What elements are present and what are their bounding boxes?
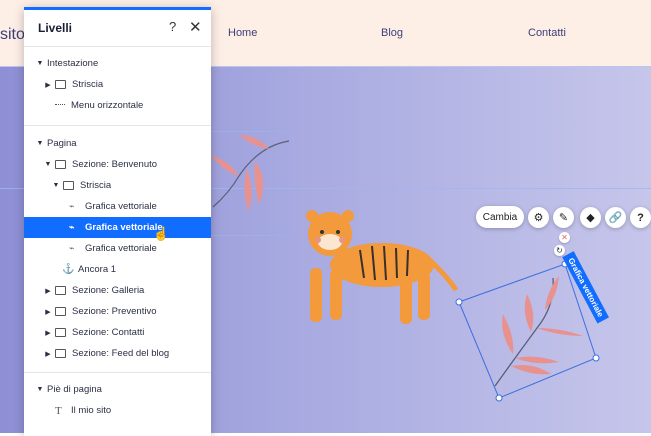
link-icon: 🔗 bbox=[608, 212, 623, 224]
layer-label: Sezione: Benvenuto bbox=[72, 159, 158, 170]
layer-section-intestazione[interactable]: ▼ Intestazione bbox=[24, 53, 211, 74]
section-icon bbox=[55, 160, 66, 169]
layer-item-sezione-feed-blog[interactable]: ▶ Sezione: Feed del blog bbox=[24, 343, 211, 364]
section-icon bbox=[55, 328, 66, 337]
settings-button[interactable]: ⚙ bbox=[528, 207, 549, 228]
layers-panel-header: Livelli ? ✕ bbox=[24, 10, 211, 47]
layer-item-il-mio-sito[interactable]: T Il mio sito bbox=[24, 400, 211, 421]
link-button[interactable]: 🔗 bbox=[605, 207, 626, 228]
layer-label: Sezione: Galleria bbox=[72, 285, 145, 296]
layer-label: Pagina bbox=[47, 138, 77, 149]
caret-right-icon[interactable]: ▶ bbox=[44, 81, 52, 89]
caret-down-icon[interactable]: ▼ bbox=[52, 182, 60, 189]
caret-down-icon[interactable]: ▼ bbox=[36, 60, 44, 67]
layer-item-grafica-vettoriale-selected[interactable]: ⌁ Grafica vettoriale bbox=[24, 217, 211, 238]
layer-item-striscia-header[interactable]: ▶ Striscia bbox=[24, 74, 211, 95]
layer-item-sezione-benvenuto[interactable]: ▼ Sezione: Benvenuto bbox=[24, 154, 211, 175]
layer-label: Grafica vettoriale bbox=[85, 222, 163, 233]
layer-item-grafica-vettoriale-1[interactable]: ⌁ Grafica vettoriale bbox=[24, 196, 211, 217]
layer-label: Striscia bbox=[72, 79, 104, 90]
brush-icon: ✎ bbox=[558, 212, 569, 224]
vector-icon: ⌁ bbox=[69, 222, 75, 232]
layer-label: Ancora 1 bbox=[78, 264, 117, 275]
caret-right-icon[interactable]: ▶ bbox=[44, 287, 52, 295]
layer-item-sezione-contatti[interactable]: ▶ Sezione: Contatti bbox=[24, 322, 211, 343]
anchor-icon: ⚓ bbox=[62, 264, 75, 275]
tiger-illustration[interactable] bbox=[300, 210, 460, 330]
caret-down-icon[interactable]: ▼ bbox=[44, 161, 52, 168]
animation-icon: ◆ bbox=[586, 212, 595, 224]
layer-label: Sezione: Preventivo bbox=[72, 306, 157, 317]
menu-icon bbox=[55, 104, 65, 107]
section-icon bbox=[55, 307, 66, 316]
layer-label: Menu orizzontale bbox=[71, 100, 144, 111]
design-button[interactable]: ✎ bbox=[553, 207, 574, 228]
animation-button[interactable]: ◆ bbox=[580, 207, 601, 228]
layer-section-pagina[interactable]: ▼ Pagina bbox=[24, 133, 211, 154]
divider bbox=[24, 125, 211, 126]
nav-link-contatti[interactable]: Contatti bbox=[528, 27, 566, 39]
divider bbox=[24, 372, 211, 373]
layer-label: Grafica vettoriale bbox=[85, 243, 157, 254]
section-icon bbox=[55, 286, 66, 295]
layer-label: Piè di pagina bbox=[47, 384, 102, 395]
caret-right-icon[interactable]: ▶ bbox=[44, 350, 52, 358]
hand-cursor-icon: ☝ bbox=[153, 226, 170, 241]
layer-item-sezione-galleria[interactable]: ▶ Sezione: Galleria bbox=[24, 280, 211, 301]
layer-item-grafica-vettoriale-3[interactable]: ⌁ Grafica vettoriale bbox=[24, 238, 211, 259]
selected-graphic-frame bbox=[209, 131, 294, 236]
layer-label: Sezione: Contatti bbox=[72, 327, 145, 338]
caret-right-icon[interactable]: ▶ bbox=[44, 329, 52, 337]
layer-label: Grafica vettoriale bbox=[85, 201, 157, 212]
layer-label: Il mio sito bbox=[71, 405, 112, 416]
change-button-label: Cambia bbox=[482, 211, 518, 223]
text-icon: T bbox=[55, 404, 62, 417]
layer-label: Intestazione bbox=[47, 58, 99, 69]
delete-mini-icon[interactable]: ✕ bbox=[559, 232, 570, 243]
layer-label: Striscia bbox=[80, 180, 112, 191]
gear-icon: ⚙ bbox=[533, 212, 544, 224]
help-icon[interactable]: ? bbox=[169, 19, 176, 34]
layer-item-sezione-preventivo[interactable]: ▶ Sezione: Preventivo bbox=[24, 301, 211, 322]
nav-link-blog[interactable]: Blog bbox=[381, 27, 403, 39]
vector-icon: ⌁ bbox=[69, 243, 75, 253]
layer-item-striscia[interactable]: ▼ Striscia bbox=[24, 175, 211, 196]
help-icon: ? bbox=[637, 211, 644, 224]
strip-icon bbox=[63, 181, 74, 190]
layer-item-menu-orizzontale[interactable]: Menu orizzontale bbox=[24, 95, 211, 116]
nav-link-home[interactable]: Home bbox=[228, 27, 257, 39]
panel-title: Livelli bbox=[38, 21, 73, 35]
layers-panel: Livelli ? ✕ ▼ Intestazione ▶ Striscia Me… bbox=[24, 7, 211, 436]
close-icon[interactable]: ✕ bbox=[189, 18, 202, 36]
change-button[interactable]: Cambia bbox=[476, 206, 524, 228]
caret-down-icon[interactable]: ▼ bbox=[36, 386, 44, 393]
rotate-icon[interactable]: ↻ bbox=[554, 245, 565, 256]
site-logo[interactable]: sito bbox=[0, 26, 25, 44]
section-icon bbox=[55, 349, 66, 358]
caret-right-icon[interactable]: ▶ bbox=[44, 308, 52, 316]
caret-down-icon[interactable]: ▼ bbox=[36, 140, 44, 147]
layer-section-pie-di-pagina[interactable]: ▼ Piè di pagina bbox=[24, 379, 211, 400]
layer-item-ancora-1[interactable]: ⚓ Ancora 1 bbox=[24, 259, 211, 280]
vector-icon: ⌁ bbox=[69, 201, 75, 211]
strip-icon bbox=[55, 80, 66, 89]
layer-label: Sezione: Feed del blog bbox=[72, 348, 170, 359]
help-button[interactable]: ? bbox=[630, 207, 651, 228]
